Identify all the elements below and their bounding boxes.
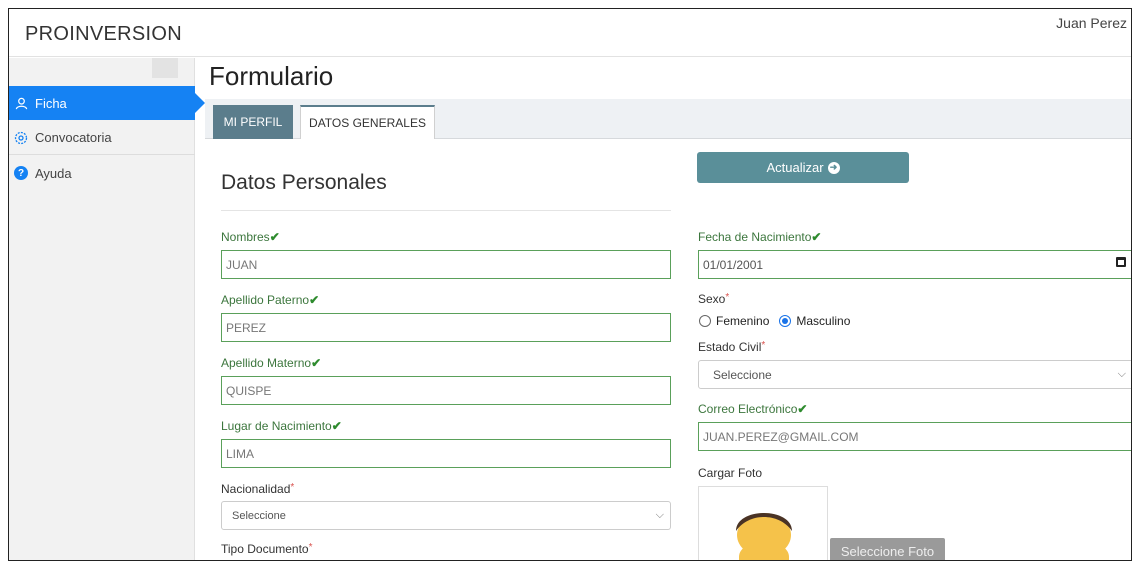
sexo-label: Sexo* [698,292,730,306]
nacionalidad-select[interactable]: Seleccione ⌵ [221,501,671,530]
user-menu[interactable]: Juan Perez [1056,15,1127,31]
estado-civil-select[interactable]: Seleccione ⌵ [698,360,1131,389]
lugar-nacimiento-field[interactable]: LIMA [221,439,671,468]
apellido-paterno-field[interactable]: PEREZ [221,313,671,342]
estado-civil-value: Seleccione [713,367,772,382]
check-icon: ✔ [309,293,320,307]
section-title: Datos Personales [221,171,387,194]
nombres-label: Nombres✔ [221,230,280,244]
sidebar-item-label: Ficha [35,95,67,111]
radio-femenino[interactable] [699,315,711,327]
fecha-nacimiento-field[interactable]: 01/01/2001 [698,250,1131,279]
arrow-circle-right-icon: ➜ [827,161,840,174]
help-icon: ? [13,165,29,181]
photo-preview [698,486,828,560]
tab-datos-generales[interactable]: DATOS GENERALES [300,105,435,139]
user-icon [13,95,29,111]
tab-mi-perfil[interactable]: MI PERFIL [213,105,293,139]
fecha-nacimiento-value: 01/01/2001 [703,257,764,272]
check-icon: ✔ [269,230,280,244]
section-divider [221,210,671,211]
chevron-down-icon: ⌵ [655,509,664,521]
radio-masculino-label: Masculino [796,314,851,328]
check-icon: ✔ [811,230,822,244]
sidebar-toggle-button[interactable] [152,58,178,78]
sidebar: Ficha Convocatoria ? Ayuda [9,58,205,560]
nacionalidad-label: Nacionalidad* [221,482,295,496]
actualizar-button[interactable]: Actualizar ➜ [697,152,909,183]
brand-logo: PROINVERSION [25,23,182,45]
sidebar-item-label: Convocatoria [35,130,112,145]
nombres-field[interactable]: JUAN [221,250,671,279]
avatar-placeholder-icon [736,513,792,560]
tipo-documento-label: Tipo Documento* [221,542,313,556]
apellido-paterno-label: Apellido Paterno✔ [221,293,320,307]
gear-icon [13,130,29,146]
cargar-foto-label: Cargar Foto [698,466,763,480]
sidebar-item-label: Ayuda [35,165,72,181]
nacionalidad-value: Seleccione [232,509,286,522]
estado-civil-label: Estado Civil* [698,340,766,354]
sidebar-item-ayuda[interactable]: ? Ayuda [9,156,195,190]
app-window: PROINVERSION Juan Perez Ficha Convocator… [8,8,1132,561]
chevron-down-icon: ⌵ [1117,368,1126,380]
check-icon: ✔ [797,402,808,416]
apellido-materno-field[interactable]: QUISPE [221,376,671,405]
lugar-nacimiento-label: Lugar de Nacimiento✔ [221,419,342,433]
check-icon: ✔ [331,419,342,433]
radio-masculino[interactable] [779,315,792,327]
seleccione-foto-button[interactable]: Seleccione Foto [830,538,945,560]
apellido-materno-label: Apellido Materno✔ [221,356,322,370]
tab-bar: MI PERFIL DATOS GENERALES [205,99,1131,139]
actualizar-label: Actualizar [766,160,824,175]
radio-femenino-label: Femenino [716,314,770,328]
page-title: Formulario [209,61,334,91]
correo-label: Correo Electrónico✔ [698,402,808,416]
sexo-radio-group: Femenino Masculino [699,314,850,328]
check-icon: ✔ [311,356,322,370]
correo-field[interactable]: JUAN.PEREZ@GMAIL.COM [698,422,1131,451]
calendar-icon[interactable] [1116,257,1126,267]
sidebar-item-ficha[interactable]: Ficha [9,86,205,120]
fecha-nacimiento-label: Fecha de Nacimiento✔ [698,230,822,244]
sidebar-item-convocatoria[interactable]: Convocatoria [9,121,195,155]
top-bar: PROINVERSION Juan Perez [9,9,1131,57]
